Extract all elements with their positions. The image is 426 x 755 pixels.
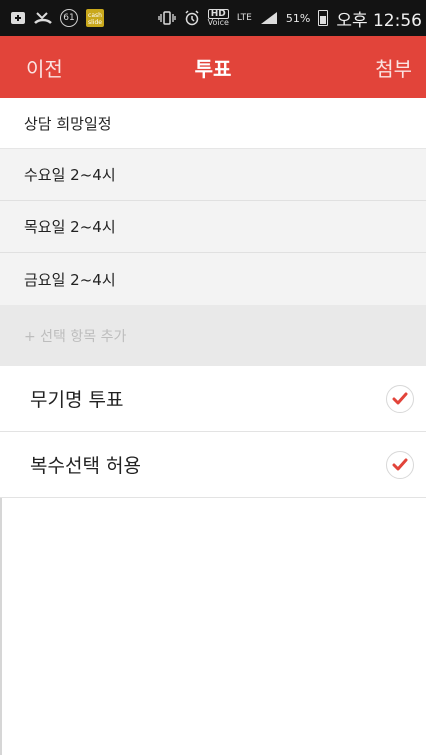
alarm-icon — [184, 10, 200, 26]
hd-voice-icon: HD Voice — [207, 9, 229, 27]
vibrate-icon — [157, 11, 176, 25]
back-button[interactable]: 이전 — [26, 53, 63, 82]
lte-icon: LTE — [236, 12, 252, 23]
signal-icon — [260, 11, 278, 25]
multiple-choice-row[interactable]: 복수선택 허용 — [0, 432, 426, 498]
app-bar: 이전 투표 첨부 — [0, 36, 426, 98]
multiple-choice-label: 복수선택 허용 — [30, 455, 141, 477]
multiple-choice-check-icon[interactable] — [386, 450, 414, 479]
anonymous-vote-label: 무기명 투표 — [30, 389, 124, 411]
vote-option-1[interactable]: 수요일 2~4시 — [0, 149, 426, 201]
anonymous-vote-row[interactable]: 무기명 투표 — [0, 366, 426, 432]
battery-icon — [318, 10, 329, 26]
badge-61-icon: 61 — [60, 9, 78, 27]
missed-call-icon — [34, 10, 52, 26]
cash-slide-icon: cash slide — [86, 9, 104, 27]
attach-button[interactable]: 첨부 — [375, 53, 412, 82]
status-right: HD Voice LTE 51% 오후 12:56 — [157, 6, 422, 31]
status-bar: 61 cash slide HD Voice LTE 51% 오후 12:56 — [0, 0, 426, 36]
vote-option-2[interactable]: 목요일 2~4시 — [0, 201, 426, 253]
vote-title-field[interactable]: 상담 희망일정 — [0, 98, 426, 149]
anonymous-vote-check-icon[interactable] — [386, 384, 414, 413]
voice-label: Voice — [207, 18, 229, 27]
clock: 오후 12:56 — [336, 10, 422, 31]
status-left: 61 cash slide — [10, 9, 104, 27]
add-option-button[interactable]: + 선택 항목 추가 — [0, 305, 426, 366]
battery-percent: 51% — [285, 11, 311, 25]
page-title: 투표 — [194, 56, 232, 81]
vote-option-3[interactable]: 금요일 2~4시 — [0, 253, 426, 305]
left-edge-divider — [0, 498, 2, 755]
add-box-icon — [10, 10, 26, 26]
